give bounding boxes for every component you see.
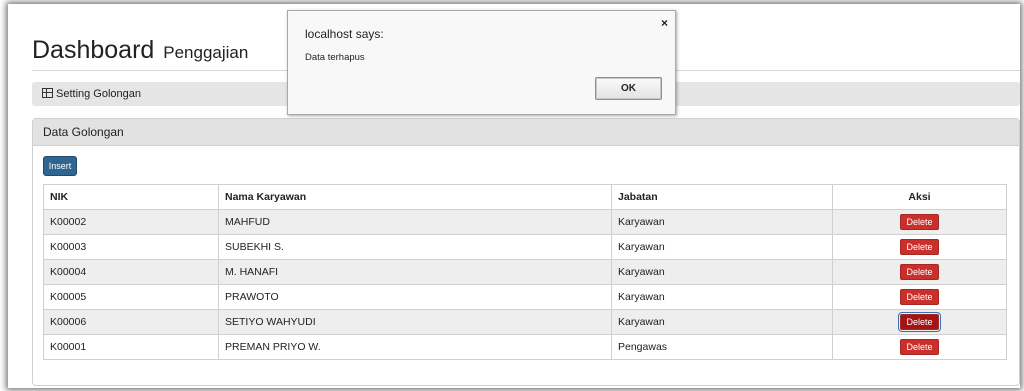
cell-nik: K00004 — [43, 259, 219, 285]
cell-jabatan: Pengawas — [611, 334, 833, 360]
ok-button[interactable]: OK — [595, 77, 662, 100]
page-subtitle: Penggajian — [163, 43, 249, 62]
cell-nama: PREMAN PRIYO W. — [218, 334, 612, 360]
page-title-main: Dashboard — [32, 36, 155, 64]
dialog-title: localhost says: — [305, 27, 384, 41]
cell-jabatan: Karyawan — [611, 259, 833, 285]
table-header-row: NIK Nama Karyawan Jabatan Aksi — [43, 184, 1007, 210]
cell-nama: SUBEKHI S. — [218, 234, 612, 260]
page-title: Dashboard Penggajian — [32, 36, 248, 65]
dialog-message: Data terhapus — [305, 52, 365, 63]
table-row: K00002 MAHFUD Karyawan Delete — [43, 209, 1007, 235]
cell-nik: K00001 — [43, 334, 219, 360]
cell-jabatan: Karyawan — [611, 309, 833, 335]
breadcrumb-label[interactable]: Setting Golongan — [56, 88, 141, 100]
cell-jabatan: Karyawan — [611, 209, 833, 235]
panel-title: Data Golongan — [33, 119, 1019, 146]
cell-nama: MAHFUD — [218, 209, 612, 235]
delete-button[interactable]: Delete — [900, 264, 939, 280]
data-golongan-panel: Data Golongan Insert NIK Nama Karyawan J… — [32, 118, 1020, 386]
cell-aksi: Delete — [832, 334, 1007, 360]
cell-nama: M. HANAFI — [218, 259, 612, 285]
employee-table: NIK Nama Karyawan Jabatan Aksi K00002 MA… — [43, 184, 1007, 360]
cell-aksi: Delete — [832, 259, 1007, 285]
cell-nik: K00005 — [43, 284, 219, 310]
cell-aksi: Delete — [832, 209, 1007, 235]
delete-button[interactable]: Delete — [900, 239, 939, 255]
cell-jabatan: Karyawan — [611, 234, 833, 260]
table-row: K00006 SETIYO WAHYUDI Karyawan Delete — [43, 309, 1007, 335]
cell-nik: K00006 — [43, 309, 219, 335]
alert-dialog: localhost says: × Data terhapus OK — [287, 10, 676, 115]
cell-nama: SETIYO WAHYUDI — [218, 309, 612, 335]
cell-aksi: Delete — [832, 309, 1007, 335]
table-icon — [42, 88, 53, 98]
column-header-nama: Nama Karyawan — [218, 184, 612, 210]
cell-jabatan: Karyawan — [611, 284, 833, 310]
table-row: K00004 M. HANAFI Karyawan Delete — [43, 259, 1007, 285]
cell-nik: K00003 — [43, 234, 219, 260]
delete-button[interactable]: Delete — [900, 289, 939, 305]
delete-button[interactable]: Delete — [898, 312, 941, 332]
table-row: K00003 SUBEKHI S. Karyawan Delete — [43, 234, 1007, 260]
cell-aksi: Delete — [832, 284, 1007, 310]
cell-aksi: Delete — [832, 234, 1007, 260]
column-header-jabatan: Jabatan — [611, 184, 833, 210]
table-row: K00005 PRAWOTO Karyawan Delete — [43, 284, 1007, 310]
cell-nik: K00002 — [43, 209, 219, 235]
table-row: K00001 PREMAN PRIYO W. Pengawas Delete — [43, 334, 1007, 360]
insert-button[interactable]: Insert — [43, 156, 77, 176]
delete-button[interactable]: Delete — [900, 339, 939, 355]
delete-button[interactable]: Delete — [900, 214, 939, 230]
column-header-aksi: Aksi — [832, 184, 1007, 210]
column-header-nik: NIK — [43, 184, 219, 210]
cell-nama: PRAWOTO — [218, 284, 612, 310]
close-icon[interactable]: × — [661, 16, 668, 30]
